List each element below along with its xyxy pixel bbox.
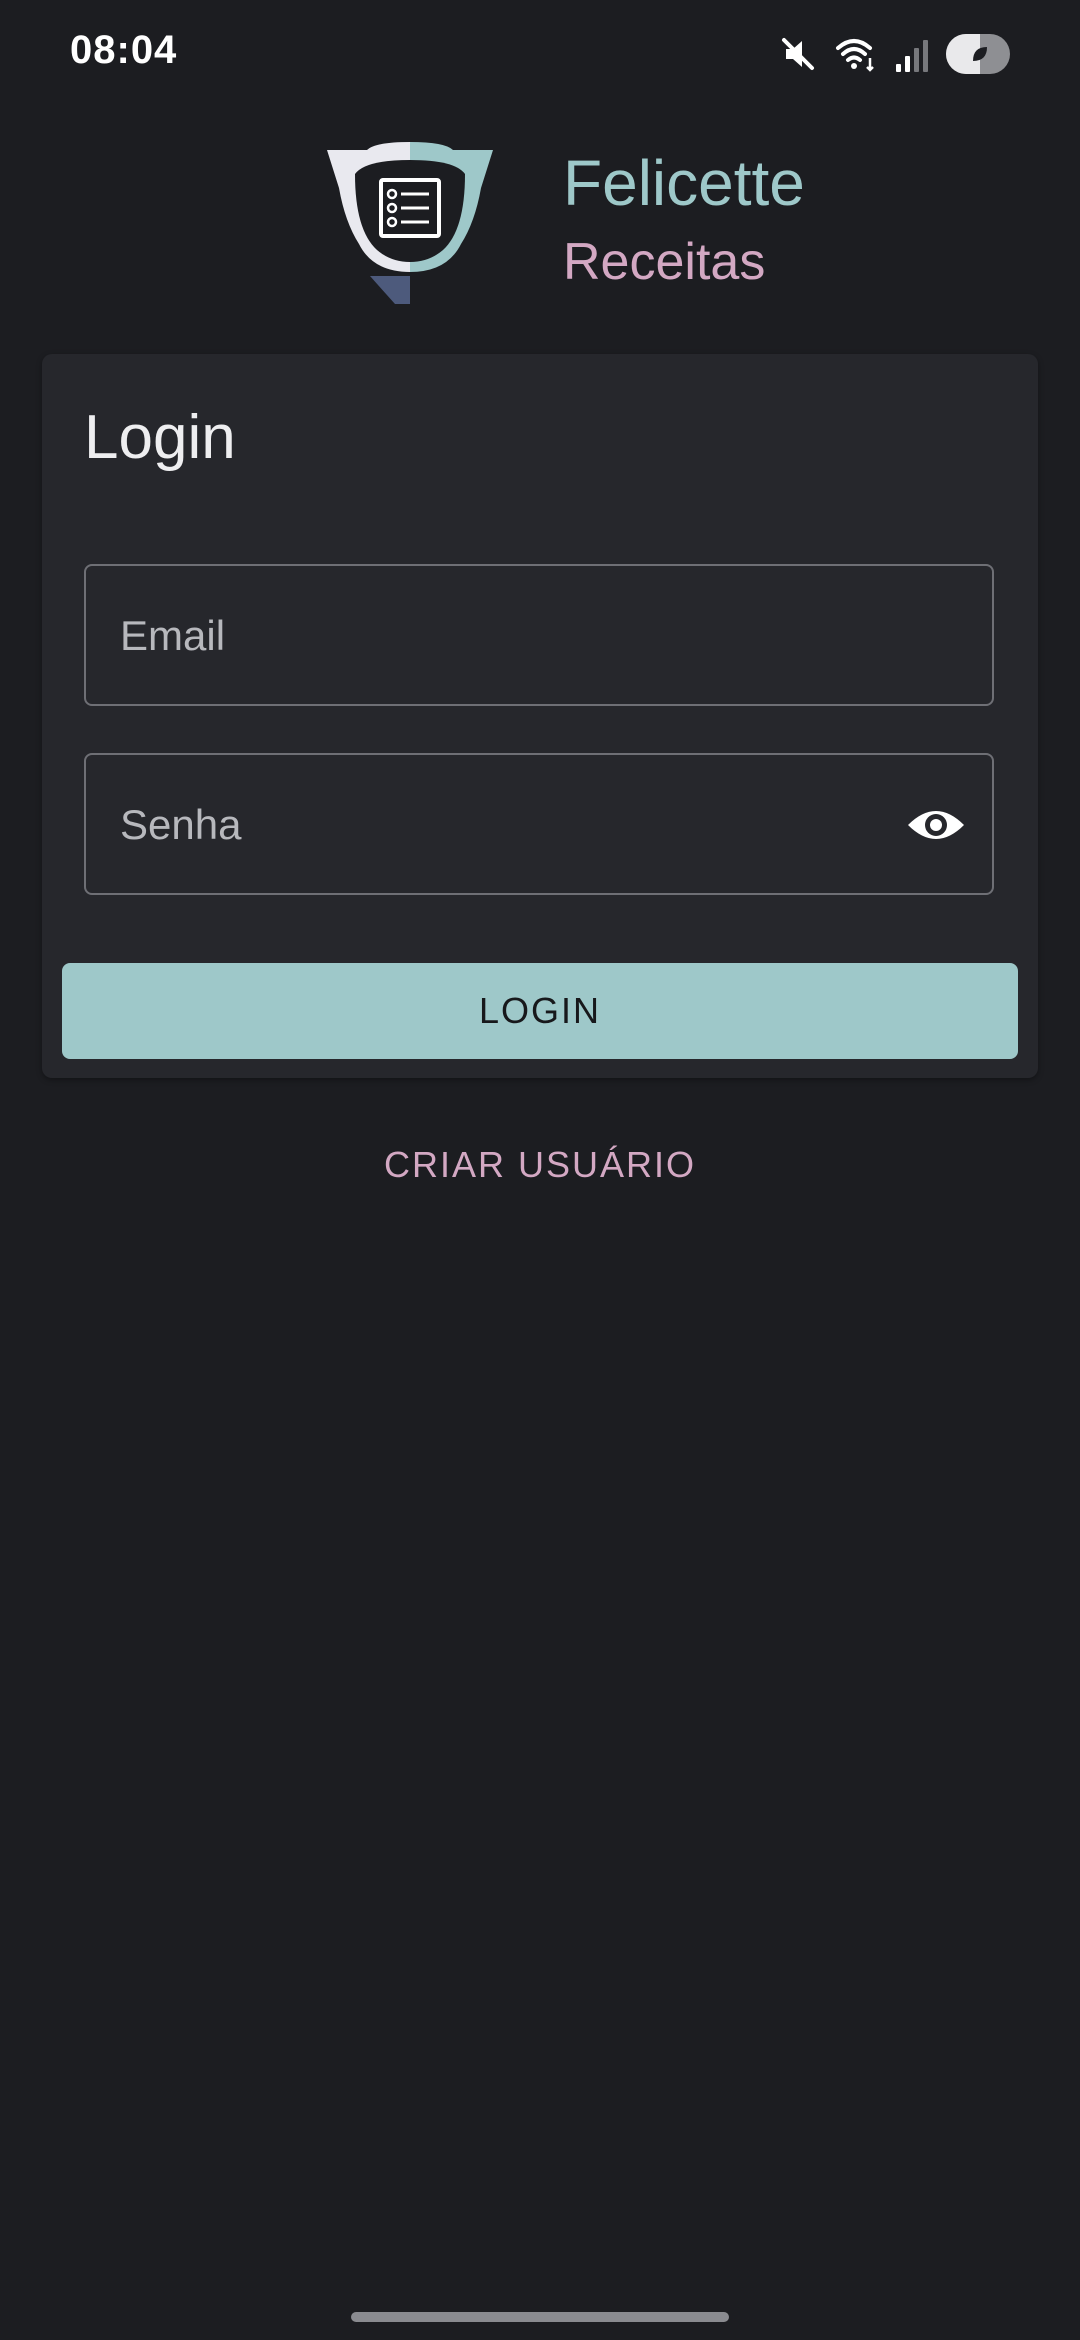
password-placeholder: Senha [120,801,242,848]
create-user-button[interactable]: CRIAR USUÁRIO [0,1144,1080,1186]
login-button[interactable]: LOGIN [62,963,1018,1059]
login-card: Login Email Senha LOGIN [42,354,1038,1078]
status-icons [778,30,1010,78]
status-time: 08:04 [70,28,178,72]
home-indicator[interactable] [351,2312,729,2322]
email-field[interactable]: Email [84,564,994,706]
mute-icon [778,34,818,74]
status-bar: 08:04 [0,0,1080,110]
battery-saver-icon [946,34,1010,74]
login-title: Login [84,403,236,472]
eye-icon[interactable] [906,803,966,852]
recipe-list-logo [325,138,495,308]
signal-icon [894,34,930,74]
brand-title: Felicette [563,147,805,219]
wifi-icon [834,34,878,74]
brand-header: Felicette Receitas [325,138,825,313]
brand-subtitle: Receitas [563,233,766,291]
password-field[interactable]: Senha [84,753,994,895]
email-placeholder: Email [120,612,226,659]
